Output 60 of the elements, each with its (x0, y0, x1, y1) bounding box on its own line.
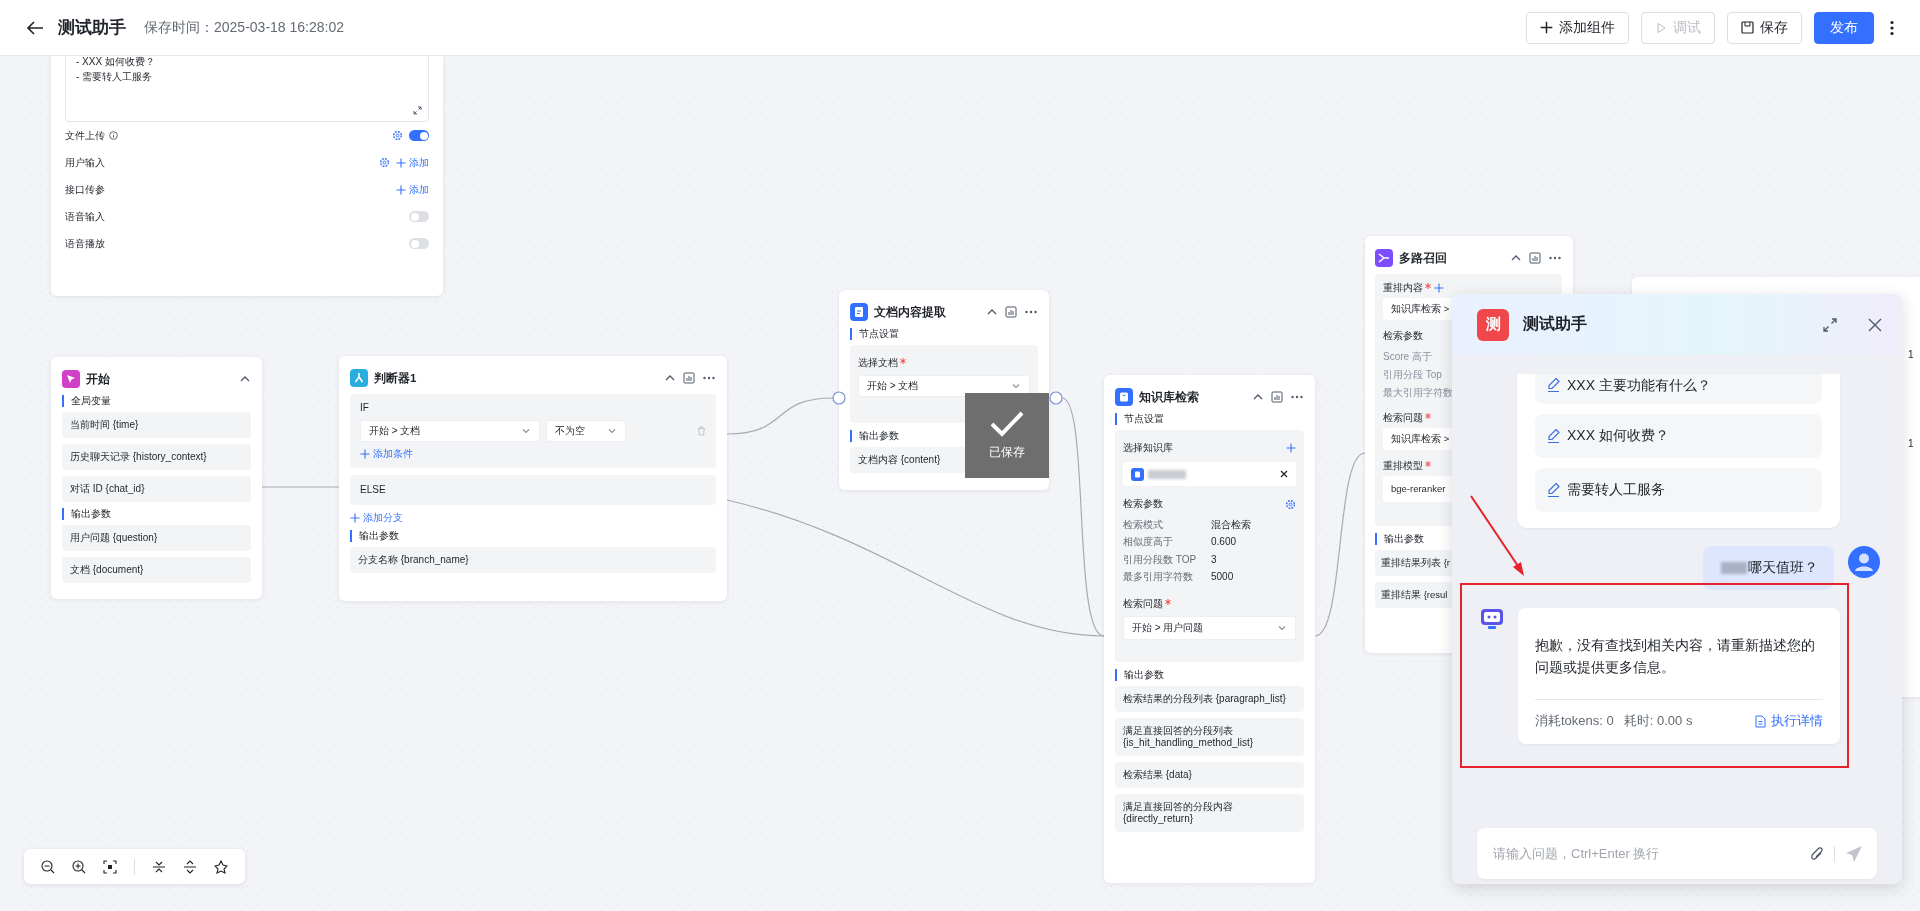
section-title: 全局变量 (62, 395, 251, 407)
setting-label: 语音播放 (65, 236, 105, 251)
variable-row: 检索结果 {data} (1115, 762, 1304, 788)
param-label: 相似度高于 (1123, 536, 1174, 549)
duration: 耗时: 0.00 s (1623, 712, 1693, 730)
param-label: Score 高于 (1383, 351, 1432, 363)
variable-row: 对话 ID {chat_id} (62, 476, 251, 502)
node-title: 开始 (86, 373, 111, 385)
node-title: 多路召回 (1399, 252, 1448, 264)
prompt-line: - 需要转人工服务 (76, 71, 154, 83)
save-time: 保存时间：2025-03-18 16:28:02 (144, 18, 344, 37)
param-label: 最大引用字符数 (1383, 387, 1453, 399)
setting-label: 语音输入 (65, 209, 105, 224)
variable-row: 满足直接回答的分段内容 {directly_return} (1115, 794, 1304, 832)
variable-row: 满足直接回答的分段列表 {is_hit_handling_method_list} (1115, 718, 1304, 756)
user-message: 哪天值班？ (1703, 546, 1834, 590)
param-value: 混合检索 (1211, 518, 1251, 531)
param-value: 0.600 (1211, 536, 1237, 549)
variable-row: 检索结果的分段列表 {paragraph_list} (1115, 686, 1304, 712)
field-label: 选择知识库 (1123, 442, 1173, 454)
toast-text: 已保存 (989, 444, 1025, 461)
token-count: 消耗tokens: 0 (1535, 712, 1614, 730)
param-label: 引用分段数 TOP (1123, 553, 1198, 566)
field-label: 检索问题 (1383, 412, 1423, 424)
answer-text: 抱歉，没有查找到相关内容，请重新描述您的问题或提供更多信息。 (1535, 637, 1816, 677)
node-title: 文档内容提取 (874, 306, 947, 318)
row-value: 1 (1908, 438, 1914, 449)
branch-label: IF (360, 402, 369, 413)
variable-row: 用户问题 {question} (62, 525, 251, 551)
variable-row: 历史聊天记录 {history_context} (62, 444, 251, 470)
variable-row: 分支名称 {branch_name} (350, 547, 716, 573)
node-title: 知识库检索 (1139, 391, 1200, 403)
field-label: 检索参数 (1123, 498, 1163, 510)
variable-row: 当前时间 {time} (62, 412, 251, 438)
branch-label: ELSE (360, 484, 386, 495)
section-title: 节点设置 (1115, 413, 1304, 425)
section-title: 节点设置 (850, 328, 1038, 340)
section-title: 输出参数 (1115, 669, 1304, 681)
page-title: 测试助手 (58, 17, 126, 39)
assistant-avatar: 测 (1477, 308, 1509, 341)
field-label: 检索问题 (1123, 598, 1163, 610)
field-label: 检索参数 (1383, 330, 1424, 342)
prompt-line: - XXX 如何收费？ (76, 56, 156, 68)
node-title: 判断器1 (374, 372, 418, 384)
setting-label: 用户输入 (65, 155, 105, 170)
setting-label: 文件上传 (65, 128, 105, 143)
chat-title: 测试助手 (1523, 314, 1588, 334)
section-title: 输出参数 (350, 530, 716, 542)
param-value: 5000 (1211, 571, 1234, 584)
section-title: 输出参数 (62, 508, 251, 520)
field-label: 重排内容 (1383, 282, 1423, 294)
param-value: 3 (1211, 553, 1217, 566)
param-label: 引用分段 Top (1383, 369, 1442, 381)
param-label: 最多引用字符数 (1123, 571, 1194, 584)
param-label: 检索模式 (1123, 518, 1164, 531)
setting-label: 接口传参 (65, 182, 105, 197)
variable-row: 文档 {document} (62, 557, 251, 583)
field-label: 重排模型 (1383, 460, 1423, 472)
field-label: 选择文档 (858, 357, 898, 369)
row-value: 1 (1908, 349, 1914, 360)
